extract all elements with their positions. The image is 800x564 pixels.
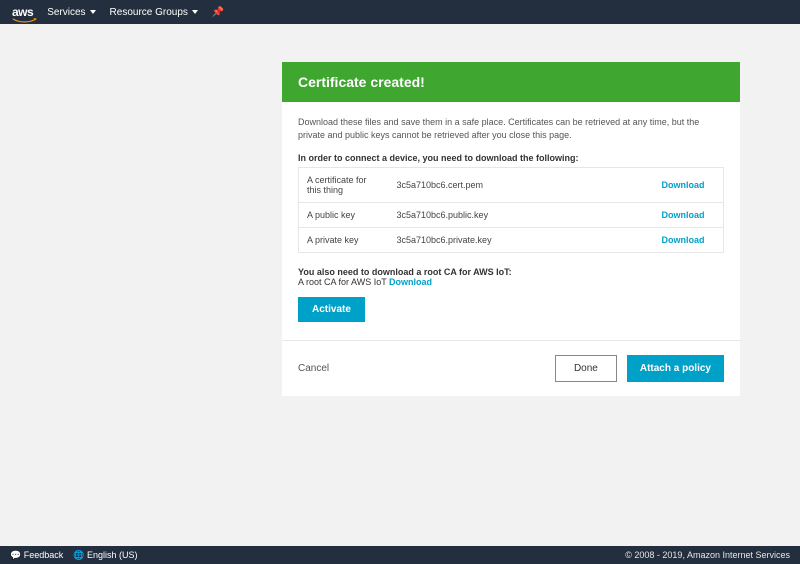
card-footer: Cancel Done Attach a policy xyxy=(282,340,740,396)
feedback-link[interactable]: 💬 Feedback xyxy=(10,550,63,561)
root-ca-section: You also need to download a root CA for … xyxy=(298,267,724,287)
language-label: English (US) xyxy=(87,550,138,560)
table-row: A private key 3c5a710bc6.private.key Dow… xyxy=(299,228,724,253)
aws-logo-text: aws xyxy=(12,5,33,19)
top-nav: aws Services Resource Groups 📌 xyxy=(0,0,800,24)
row-label: A private key xyxy=(299,228,389,253)
card-title: Certificate created! xyxy=(282,62,740,102)
copyright-text: © 2008 - 2019, Amazon Internet Services xyxy=(625,550,790,560)
nav-services-label: Services xyxy=(47,7,85,18)
nav-resource-groups[interactable]: Resource Groups xyxy=(110,7,198,18)
comment-icon: 💬 xyxy=(10,550,21,560)
downloads-table: A certificate for this thing 3c5a710bc6.… xyxy=(298,167,724,253)
activate-button[interactable]: Activate xyxy=(298,297,365,322)
table-row: A public key 3c5a710bc6.public.key Downl… xyxy=(299,203,724,228)
card-instruction: In order to connect a device, you need t… xyxy=(298,153,724,163)
root-ca-heading: You also need to download a root CA for … xyxy=(298,267,724,277)
download-link[interactable]: Download xyxy=(662,180,705,190)
card-body: Download these files and save them in a … xyxy=(282,102,740,340)
caret-down-icon xyxy=(90,10,96,14)
feedback-label: Feedback xyxy=(24,550,64,560)
root-ca-text: A root CA for AWS IoT xyxy=(298,277,389,287)
attach-policy-button[interactable]: Attach a policy xyxy=(627,355,724,382)
row-file: 3c5a710bc6.private.key xyxy=(389,228,654,253)
certificate-card: Certificate created! Download these file… xyxy=(282,62,740,396)
nav-resource-groups-label: Resource Groups xyxy=(110,7,188,18)
aws-logo[interactable]: aws xyxy=(12,5,33,19)
root-ca-download-link[interactable]: Download xyxy=(389,277,432,287)
table-row: A certificate for this thing 3c5a710bc6.… xyxy=(299,168,724,203)
cancel-button[interactable]: Cancel xyxy=(298,363,329,374)
row-file: 3c5a710bc6.public.key xyxy=(389,203,654,228)
language-selector[interactable]: 🌐 English (US) xyxy=(73,550,137,561)
done-button[interactable]: Done xyxy=(555,355,617,382)
nav-services[interactable]: Services xyxy=(47,7,95,18)
card-description: Download these files and save them in a … xyxy=(298,116,724,141)
caret-down-icon xyxy=(192,10,198,14)
row-label: A certificate for this thing xyxy=(299,168,389,203)
nav-pin[interactable]: 📌 xyxy=(212,7,224,18)
main-area: Certificate created! Download these file… xyxy=(0,24,800,546)
globe-icon: 🌐 xyxy=(73,550,84,560)
download-link[interactable]: Download xyxy=(662,235,705,245)
bottom-bar: 💬 Feedback 🌐 English (US) © 2008 - 2019,… xyxy=(0,546,800,564)
aws-smile-icon xyxy=(12,18,37,23)
row-file: 3c5a710bc6.cert.pem xyxy=(389,168,654,203)
download-link[interactable]: Download xyxy=(662,210,705,220)
pin-icon: 📌 xyxy=(212,7,224,18)
row-label: A public key xyxy=(299,203,389,228)
